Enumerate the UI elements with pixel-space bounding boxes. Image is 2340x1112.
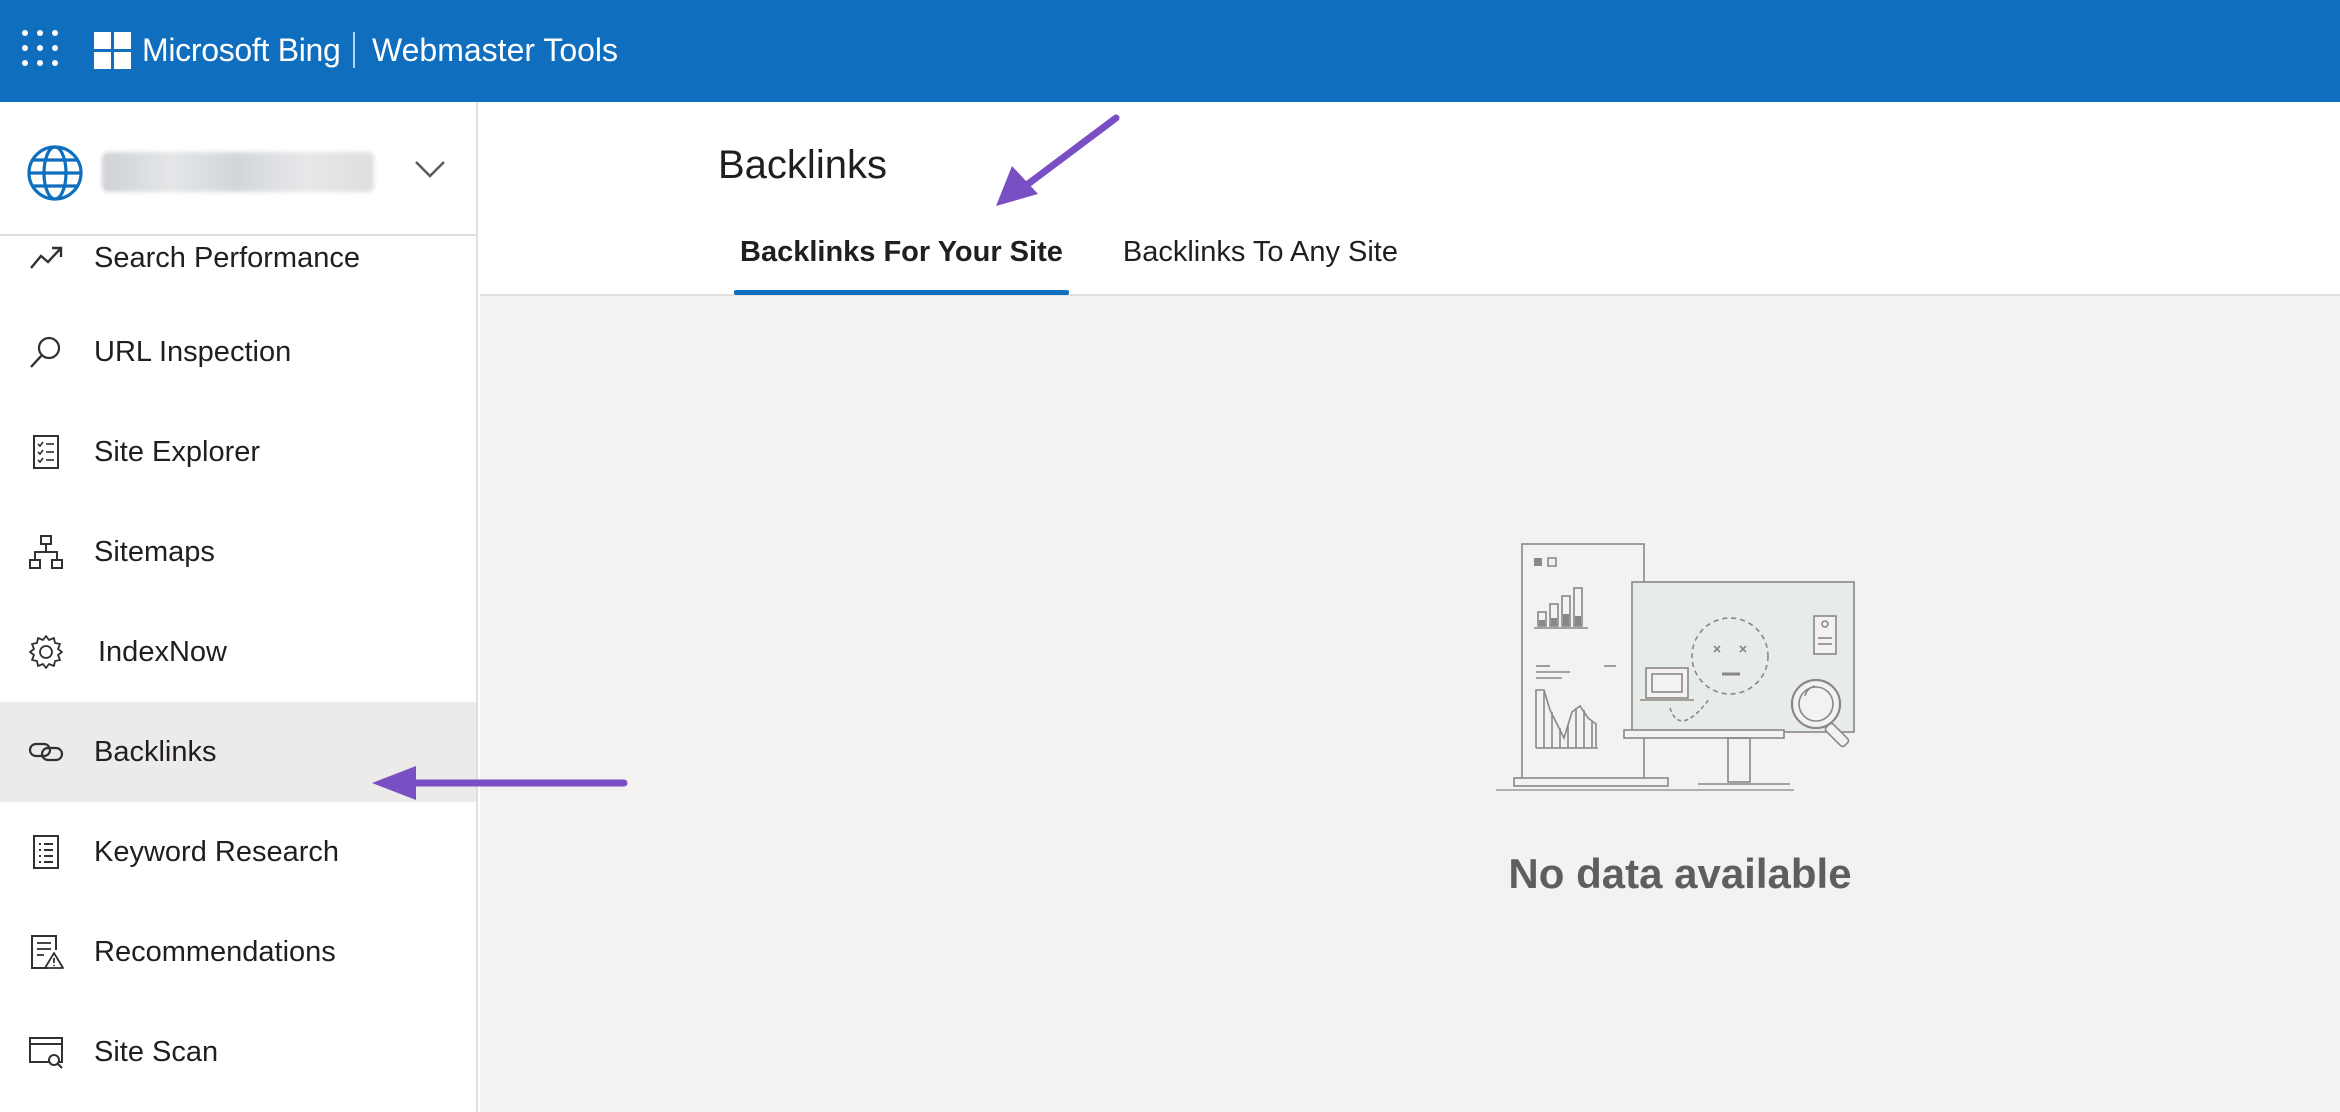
empty-state-message: No data available [1508, 850, 1852, 897]
document-warning-icon [31, 935, 64, 969]
brand-divider [353, 32, 355, 68]
sidebar-item-sitemaps[interactable]: Sitemaps [0, 502, 476, 602]
page-title: Backlinks [718, 143, 887, 187]
empty-dashboard-illustration [1496, 543, 1855, 791]
microsoft-logo-icon [94, 32, 131, 69]
sidebar-item-label: Site Explorer [94, 436, 261, 468]
trend-line-icon [30, 246, 63, 269]
tab-list: Backlinks For Your Site Backlinks To Any… [734, 232, 1452, 296]
sidebar-item-recommendations[interactable]: Recommendations [0, 902, 476, 1002]
document-list-icon [33, 835, 59, 869]
page-header: Backlinks Backlinks For Your Site Backli… [480, 102, 2340, 296]
link-icon [28, 742, 64, 762]
sidebar-item-keyword-research[interactable]: Keyword Research [0, 802, 476, 902]
sidebar-item-label: URL Inspection [94, 336, 292, 368]
sidebar-item-label: Keyword Research [94, 836, 339, 868]
sidebar: Search Performance URL Inspection Site E… [0, 102, 478, 1112]
chevron-down-icon[interactable] [412, 154, 448, 184]
site-picker[interactable] [0, 102, 476, 236]
sitemap-icon [29, 535, 63, 569]
sidebar-item-url-inspection[interactable]: URL Inspection [0, 302, 476, 402]
app-launcher-icon[interactable] [22, 30, 62, 70]
brand-name[interactable]: Microsoft Bing [142, 30, 341, 70]
tab-backlinks-to-any-site[interactable]: Backlinks To Any Site [1117, 232, 1404, 296]
tab-backlinks-for-your-site[interactable]: Backlinks For Your Site [734, 232, 1069, 296]
sidebar-item-label: Search Performance [94, 242, 360, 274]
product-name[interactable]: Webmaster Tools [372, 30, 618, 70]
sidebar-item-indexnow[interactable]: IndexNow [0, 602, 476, 702]
checklist-icon [33, 435, 59, 469]
top-bar: Microsoft Bing Webmaster Tools [0, 0, 2340, 102]
sidebar-item-label: Recommendations [94, 936, 336, 968]
search-icon [30, 336, 61, 368]
browser-scan-icon [29, 1037, 63, 1069]
sidebar-item-site-scan[interactable]: Site Scan [0, 1002, 476, 1102]
sidebar-item-label: Site Scan [94, 1036, 219, 1068]
sidebar-item-backlinks[interactable]: Backlinks [0, 702, 476, 802]
sidebar-item-search-performance[interactable]: Search Performance [0, 238, 476, 302]
globe-icon [27, 145, 83, 201]
sidebar-item-label: Sitemaps [94, 536, 215, 568]
site-name [102, 156, 374, 188]
gear-icon [29, 635, 63, 669]
sidebar-nav: Search Performance URL Inspection Site E… [0, 238, 476, 1102]
sidebar-item-label: Backlinks [94, 736, 217, 768]
content-area [480, 296, 2340, 1112]
sidebar-item-site-explorer[interactable]: Site Explorer [0, 402, 476, 502]
sidebar-item-label: IndexNow [98, 636, 227, 668]
